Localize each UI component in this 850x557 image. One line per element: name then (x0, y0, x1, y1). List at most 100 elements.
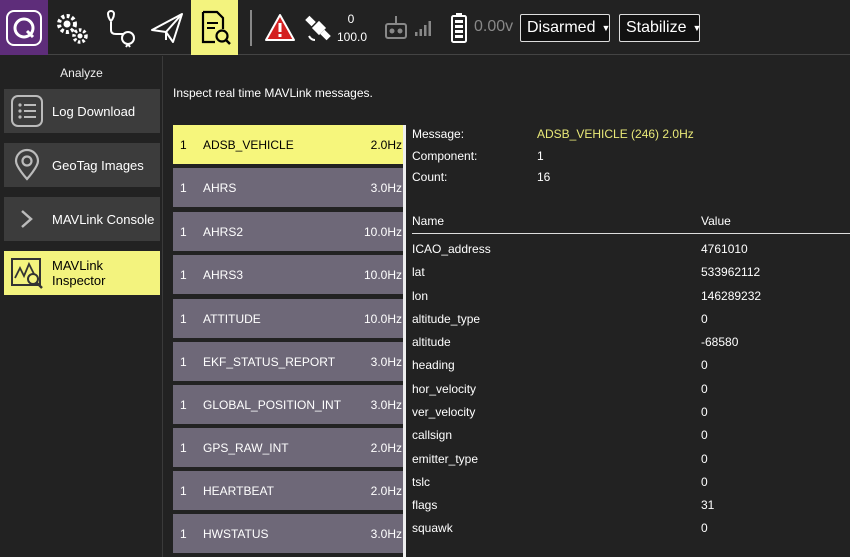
message-rate: 3.0Hz (370, 397, 402, 412)
message-rate: 2.0Hz (370, 483, 402, 498)
message-list-item[interactable]: 1 GLOBAL_POSITION_INT 3.0Hz (173, 385, 406, 424)
message-name: AHRS2 (203, 224, 244, 239)
message-list-item[interactable]: 1 HEARTBEAT 2.0Hz (173, 471, 406, 510)
sidebar-item-label: MAVLink Inspector (52, 258, 106, 288)
arm-status-dropdown[interactable]: Disarmed ▼ (520, 14, 610, 42)
message-rate: 10.0Hz (363, 311, 402, 326)
chevron-right-icon (10, 202, 44, 236)
message-name: ADSB_VEHICLE (203, 137, 294, 152)
flight-mode-label: Stabilize (626, 19, 687, 36)
count-value: 16 (537, 170, 551, 184)
settings-gears-button[interactable] (52, 0, 92, 55)
message-list: 1 ADSB_VEHICLE 2.0Hz 1 AHRS 3.0Hz 1 AHRS… (173, 125, 406, 557)
message-rate: 3.0Hz (370, 354, 402, 369)
field-value: 0 (701, 358, 708, 372)
sidebar-item-label: GeoTag Images (52, 157, 144, 173)
chart-magnify-icon (10, 256, 44, 290)
warning-triangle-icon (265, 13, 295, 41)
message-list-item[interactable]: 1 HWSTATUS 3.0Hz (173, 514, 406, 553)
message-component: 1 (180, 483, 187, 498)
sidebar-title: Analyze (60, 66, 103, 80)
analyze-button[interactable] (191, 0, 238, 55)
message-list-item[interactable]: 1 AHRS3 10.0Hz (173, 255, 406, 294)
message-component: 1 (180, 224, 187, 239)
message-component: 1 (180, 526, 187, 541)
message-component: 1 (180, 397, 187, 412)
field-value: 0 (701, 521, 708, 535)
field-name: lat (412, 265, 425, 279)
flight-mode-dropdown[interactable]: Stabilize ▼ (619, 14, 702, 42)
message-component: 1 (180, 180, 187, 195)
field-name: ver_velocity (412, 405, 476, 419)
message-rate: 3.0Hz (370, 180, 402, 195)
field-value: 4761010 (701, 242, 748, 256)
battery-button[interactable] (447, 0, 471, 55)
field-value: -68580 (701, 335, 739, 349)
message-rate: 10.0Hz (363, 224, 402, 239)
vehicle-messages-button[interactable] (262, 0, 298, 55)
chevron-down-icon: ▼ (692, 23, 702, 33)
message-component: 1 (180, 137, 187, 152)
field-name: flags (412, 498, 438, 512)
field-value: 0 (701, 382, 708, 396)
message-name: AHRS3 (203, 267, 244, 282)
analyze-document-icon (201, 10, 231, 45)
message-rate: 2.0Hz (370, 440, 402, 455)
rc-rssi-button[interactable] (382, 0, 410, 55)
message-name: HEARTBEAT (203, 483, 274, 498)
qgc-logo-button[interactable] (0, 0, 48, 55)
field-value: 0 (701, 475, 708, 489)
count-label: Count: (412, 170, 448, 184)
main-toolbar: 0 100.0 0.00v Disarmed ▼ Stabilize ▼ (0, 0, 850, 55)
chevron-down-icon: ▼ (601, 23, 611, 33)
rc-signal-indicator (413, 0, 433, 55)
message-list-scrollbar[interactable] (403, 125, 406, 557)
field-value: 146289232 (701, 289, 762, 303)
message-rate: 3.0Hz (370, 526, 402, 541)
component-value: 1 (537, 149, 544, 163)
message-name: ATTITUDE (203, 311, 261, 326)
message-list-item[interactable]: 1 AHRS 3.0Hz (173, 168, 406, 207)
field-value: 533962112 (701, 265, 761, 279)
gps-status-button[interactable] (303, 0, 335, 55)
message-rate: 10.0Hz (363, 267, 402, 282)
sidebar-item-mavlink-console[interactable]: MAVLink Console (4, 197, 160, 241)
message-list-item[interactable]: 1 ADSB_VEHICLE 2.0Hz (173, 125, 406, 164)
message-name: EKF_STATUS_REPORT (203, 354, 336, 369)
field-name: heading (412, 358, 455, 372)
sidebar-item-geotag-images[interactable]: GeoTag Images (4, 143, 160, 187)
fly-view-button[interactable] (147, 0, 187, 55)
paper-plane-icon (151, 12, 183, 43)
message-list-item[interactable]: 1 ATTITUDE 10.0Hz (173, 299, 406, 338)
field-name: tslc (412, 475, 430, 489)
satellite-icon (305, 15, 331, 41)
message-rate: 2.0Hz (370, 137, 402, 152)
field-name: emitter_type (412, 452, 479, 466)
list-icon (10, 94, 44, 128)
value-column-header: Value (701, 214, 731, 228)
field-name: hor_velocity (412, 382, 477, 396)
sidebar-item-label: Log Download (52, 103, 136, 119)
message-list-item[interactable]: 1 EKF_STATUS_REPORT 3.0Hz (173, 342, 406, 381)
field-name: altitude_type (412, 312, 481, 326)
qgc-logo-icon (6, 9, 42, 46)
field-name: altitude (412, 335, 451, 349)
field-name: lon (412, 289, 429, 303)
sidebar-item-label: MAVLink Console (52, 211, 155, 227)
message-component: 1 (180, 267, 187, 282)
message-list-item[interactable]: 1 GPS_RAW_INT 2.0Hz (173, 428, 406, 467)
plan-route-button[interactable] (100, 0, 140, 55)
battery-icon (451, 12, 467, 43)
message-component: 1 (180, 354, 187, 369)
field-value: 0 (701, 428, 708, 442)
sidebar-item-log-download[interactable]: Log Download (4, 89, 160, 133)
message-list-item[interactable]: 1 AHRS2 10.0Hz (173, 212, 406, 251)
message-label: Message: (412, 127, 465, 141)
message-name: AHRS (203, 180, 237, 195)
gps-satellite-count: 0 (347, 12, 355, 26)
route-waypoint-icon (106, 9, 135, 48)
page-description: Inspect real time MAVLink messages. (173, 86, 373, 100)
sidebar-item-mavlink-inspector[interactable]: MAVLink Inspector (4, 251, 160, 295)
name-column-header: Name (412, 214, 445, 228)
header-divider (412, 233, 850, 234)
